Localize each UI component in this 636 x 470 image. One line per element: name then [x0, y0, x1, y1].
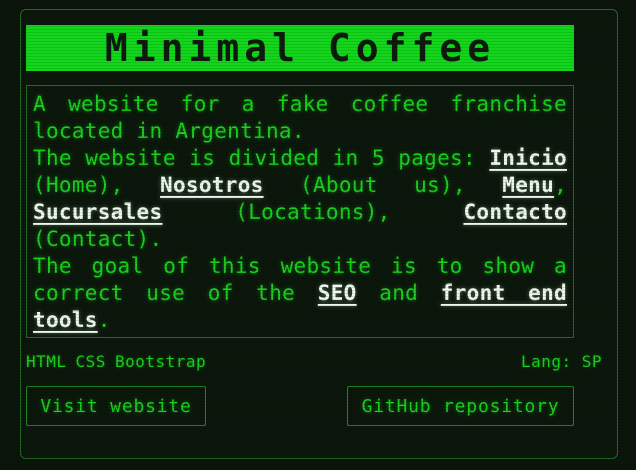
- tech-css: CSS: [75, 352, 106, 371]
- goal-conjunction: and: [356, 281, 441, 305]
- project-title: Minimal Coffee: [104, 26, 496, 70]
- pages-intro: The website is divided in 5 pages:: [33, 146, 490, 170]
- tech-stack: HTML CSS Bootstrap: [26, 352, 206, 371]
- description-box: A website for a fake coffee franchise lo…: [26, 85, 574, 338]
- menu-separator: ,: [554, 173, 568, 197]
- title-banner: Minimal Coffee: [26, 25, 574, 71]
- link-sucursales[interactable]: Sucursales: [33, 200, 162, 224]
- contacto-note: (Contact).: [33, 227, 163, 251]
- github-repository-button[interactable]: GitHub repository: [347, 386, 574, 426]
- link-contacto[interactable]: Contacto: [463, 200, 567, 224]
- nosotros-note: (About us),: [263, 173, 503, 197]
- tech-html: HTML: [26, 352, 67, 371]
- description-paragraph-3: The goal of this website is to show a co…: [33, 253, 567, 334]
- description-paragraph-2: The website is divided in 5 pages: Inici…: [33, 145, 567, 253]
- link-nosotros[interactable]: Nosotros: [160, 173, 264, 197]
- link-seo[interactable]: SEO: [318, 281, 357, 305]
- description-paragraph-1: A website for a fake coffee franchise lo…: [33, 92, 567, 143]
- inicio-note: (Home),: [33, 173, 161, 197]
- language-label: Lang: SP: [520, 352, 602, 371]
- tech-bootstrap: Bootstrap: [114, 352, 207, 371]
- link-menu[interactable]: Menu: [502, 173, 554, 197]
- goal-period: .: [97, 308, 111, 332]
- sucursales-note: (Locations),: [162, 200, 464, 224]
- link-inicio[interactable]: Inicio: [489, 146, 567, 170]
- visit-website-button[interactable]: Visit website: [26, 386, 206, 426]
